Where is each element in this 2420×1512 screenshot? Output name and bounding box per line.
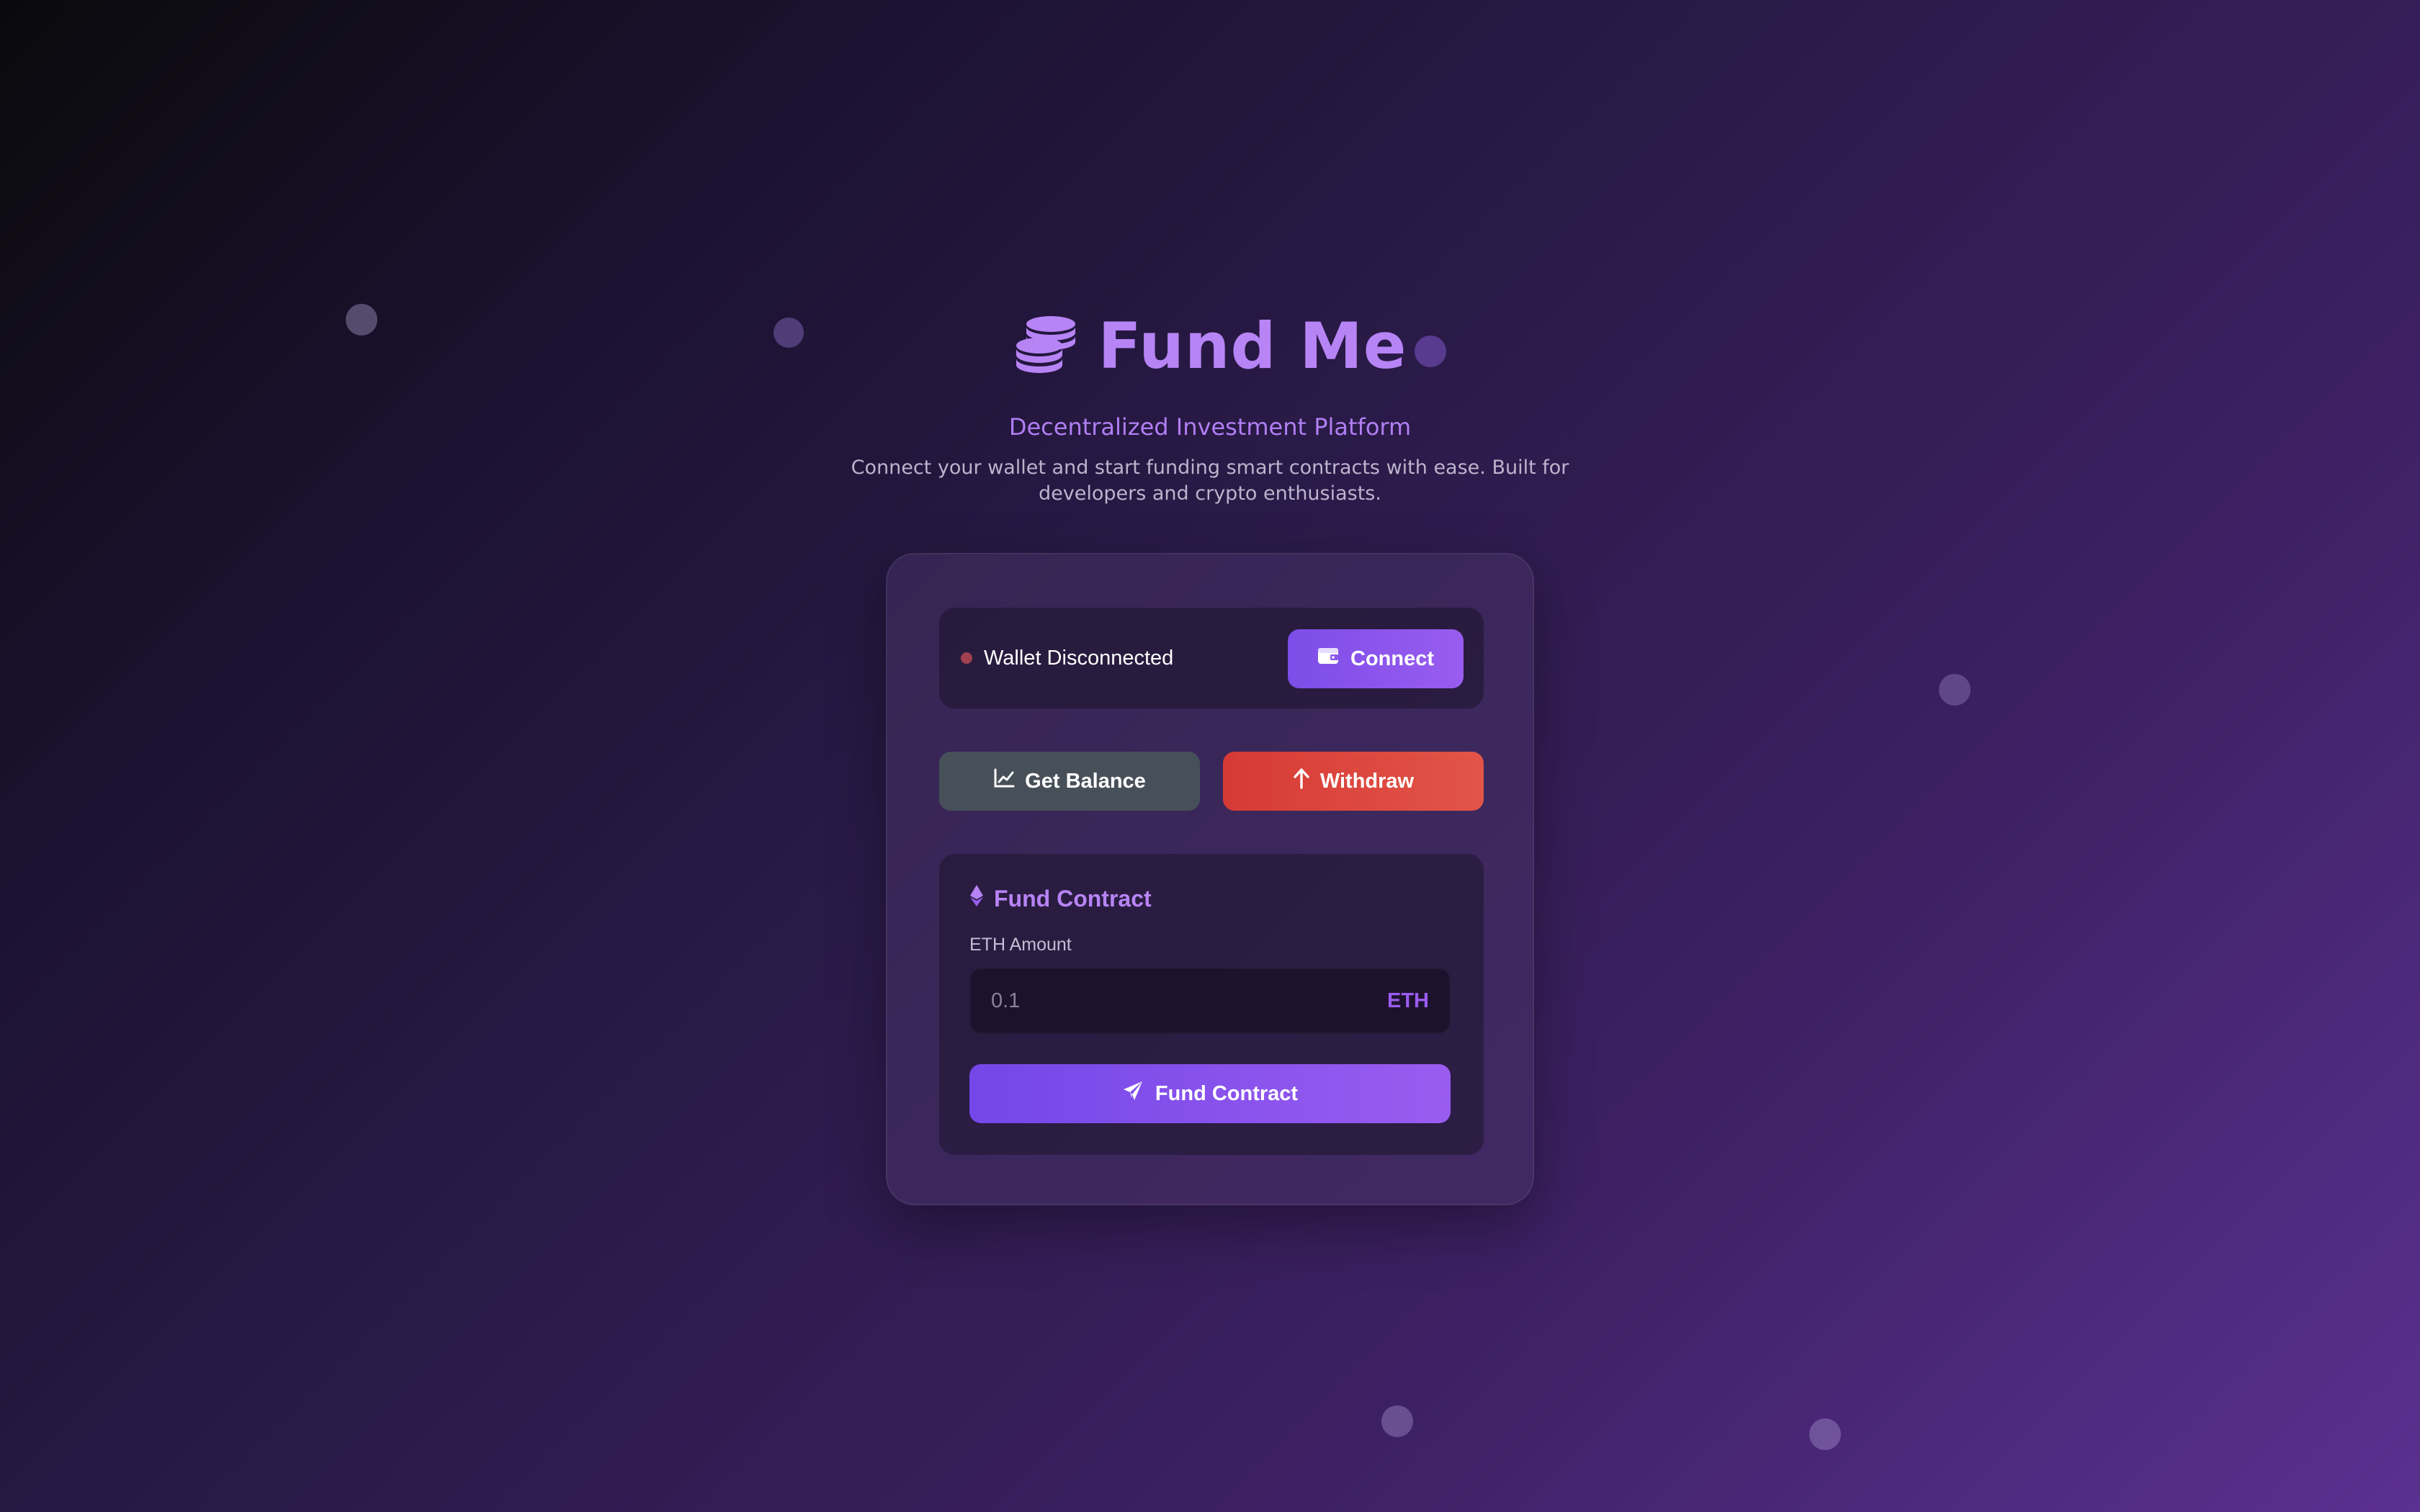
fund-contract-heading: Fund Contract [969, 884, 1152, 913]
chart-line-icon [993, 768, 1015, 794]
wallet-icon [1317, 647, 1339, 671]
get-balance-button[interactable]: Get Balance [939, 752, 1200, 811]
fund-contract-title: Fund Contract [994, 885, 1152, 912]
fund-contract-panel: Fund Contract ETH Amount ETH Fund Contra… [939, 854, 1484, 1155]
paper-plane-icon [1122, 1080, 1144, 1107]
connect-button-label: Connect [1350, 647, 1434, 670]
ethereum-icon [969, 884, 984, 913]
background-bubble [1381, 1405, 1413, 1437]
eth-amount-field: ETH [969, 968, 1451, 1034]
withdraw-button[interactable]: Withdraw [1223, 752, 1484, 811]
fund-card: Wallet Disconnected Connect Get Balance … [886, 553, 1534, 1205]
background-bubble [1939, 674, 1971, 706]
wallet-status-bar: Wallet Disconnected Connect [939, 608, 1484, 708]
status-indicator-dot [961, 652, 972, 664]
hero-header: Fund Me Decentralized Investment Platfor… [0, 302, 2420, 507]
app-title: Fund Me [1098, 308, 1407, 383]
connect-button[interactable]: Connect [1288, 629, 1464, 688]
withdraw-label: Withdraw [1319, 769, 1415, 793]
fund-contract-button-label: Fund Contract [1155, 1081, 1299, 1105]
app-description: Connect your wallet and start funding sm… [851, 456, 1569, 505]
fund-contract-button[interactable]: Fund Contract [969, 1064, 1451, 1123]
eth-amount-input[interactable] [971, 969, 1360, 1032]
title-row: Fund Me [0, 302, 2420, 389]
action-buttons: Get Balance Withdraw [939, 752, 1484, 811]
arrow-up-icon [1293, 768, 1310, 795]
app-subtitle: Decentralized Investment Platform [1008, 413, 1412, 441]
wallet-status-text: Wallet Disconnected [984, 646, 1174, 670]
eth-unit-label: ETH [1387, 989, 1429, 1012]
background-bubble [1809, 1418, 1841, 1450]
coins-icon [1013, 312, 1080, 379]
get-balance-label: Get Balance [1025, 769, 1146, 793]
eth-amount-label: ETH Amount [969, 935, 1072, 955]
